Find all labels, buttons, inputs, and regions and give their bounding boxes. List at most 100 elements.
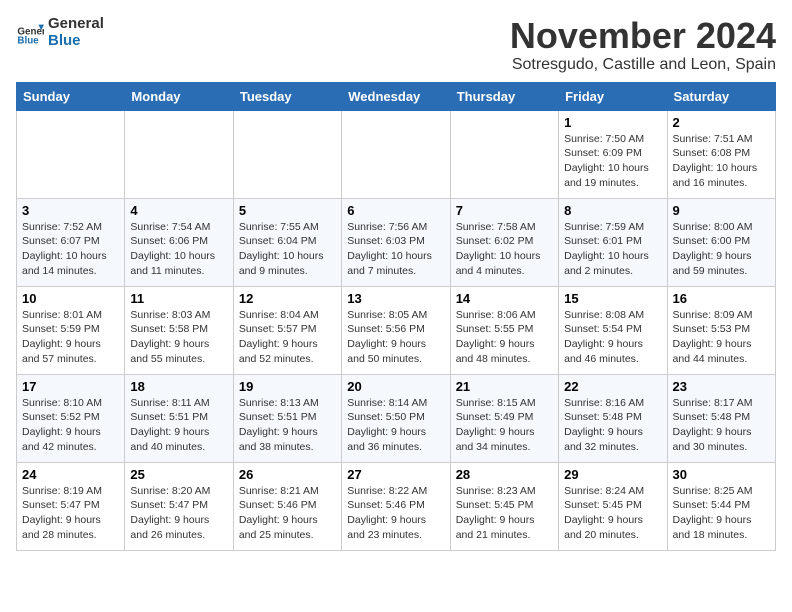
calendar-cell: 20Sunrise: 8:14 AMSunset: 5:50 PMDayligh… [342,374,450,462]
day-info: Sunrise: 8:10 AMSunset: 5:52 PMDaylight:… [22,396,119,455]
day-number: 19 [239,379,336,394]
day-info: Sunrise: 8:17 AMSunset: 5:48 PMDaylight:… [673,396,770,455]
calendar-cell: 8Sunrise: 7:59 AMSunset: 6:01 PMDaylight… [559,198,667,286]
location-title: Sotresgudo, Castille and Leon, Spain [510,56,776,74]
day-info: Sunrise: 8:25 AMSunset: 5:44 PMDaylight:… [673,484,770,543]
day-info: Sunrise: 7:52 AMSunset: 6:07 PMDaylight:… [22,220,119,279]
day-info: Sunrise: 8:22 AMSunset: 5:46 PMDaylight:… [347,484,444,543]
day-info: Sunrise: 8:13 AMSunset: 5:51 PMDaylight:… [239,396,336,455]
day-number: 25 [130,467,227,482]
day-info: Sunrise: 7:54 AMSunset: 6:06 PMDaylight:… [130,220,227,279]
day-number: 28 [456,467,553,482]
week-row-1: 1 Sunrise: 7:50 AMSunset: 6:09 PMDaylight… [17,110,776,198]
day-info: Sunrise: 8:16 AMSunset: 5:48 PMDaylight:… [564,396,661,455]
calendar-table: Sunday Monday Tuesday Wednesday Thursday… [16,82,776,551]
day-info: Sunrise: 7:51 AMSunset: 6:08 PMDaylight:… [673,132,770,191]
col-sunday: Sunday [17,82,125,110]
calendar-cell: 6 Sunrise: 7:56 AMSunset: 6:03 PMDaylight… [342,198,450,286]
calendar-cell: 27 Sunrise: 8:22 AMSunset: 5:46 PMDayligh… [342,462,450,550]
calendar-cell [17,110,125,198]
day-info: Sunrise: 8:05 AMSunset: 5:56 PMDaylight:… [347,308,444,367]
day-info: Sunrise: 8:00 AMSunset: 6:00 PMDaylight:… [673,220,770,279]
calendar-cell: 29Sunrise: 8:24 AMSunset: 5:45 PMDayligh… [559,462,667,550]
svg-text:Blue: Blue [17,35,39,46]
day-number: 8 [564,203,661,218]
day-number: 26 [239,467,336,482]
logo: General Blue General Blue [16,16,104,49]
col-friday: Friday [559,82,667,110]
col-tuesday: Tuesday [233,82,341,110]
day-info: Sunrise: 8:04 AMSunset: 5:57 PMDaylight:… [239,308,336,367]
calendar-cell: 9 Sunrise: 8:00 AMSunset: 6:00 PMDaylight… [667,198,775,286]
calendar-cell [125,110,233,198]
calendar-cell: 16Sunrise: 8:09 AMSunset: 5:53 PMDayligh… [667,286,775,374]
day-info: Sunrise: 8:03 AMSunset: 5:58 PMDaylight:… [130,308,227,367]
col-saturday: Saturday [667,82,775,110]
calendar-cell: 2 Sunrise: 7:51 AMSunset: 6:08 PMDaylight… [667,110,775,198]
day-number: 5 [239,203,336,218]
day-number: 2 [673,115,770,130]
day-info: Sunrise: 8:01 AMSunset: 5:59 PMDaylight:… [22,308,119,367]
calendar-cell: 25 Sunrise: 8:20 AMSunset: 5:47 PMDayligh… [125,462,233,550]
week-row-4: 17 Sunrise: 8:10 AMSunset: 5:52 PMDayligh… [17,374,776,462]
day-number: 14 [456,291,553,306]
calendar-cell: 13 Sunrise: 8:05 AMSunset: 5:56 PMDayligh… [342,286,450,374]
week-row-2: 3 Sunrise: 7:52 AMSunset: 6:07 PMDaylight… [17,198,776,286]
day-info: Sunrise: 7:58 AMSunset: 6:02 PMDaylight:… [456,220,553,279]
day-info: Sunrise: 8:20 AMSunset: 5:47 PMDaylight:… [130,484,227,543]
calendar-cell: 5 Sunrise: 7:55 AMSunset: 6:04 PMDaylight… [233,198,341,286]
calendar-cell: 28 Sunrise: 8:23 AMSunset: 5:45 PMDayligh… [450,462,558,550]
day-number: 7 [456,203,553,218]
calendar-cell: 26 Sunrise: 8:21 AMSunset: 5:46 PMDayligh… [233,462,341,550]
day-number: 23 [673,379,770,394]
calendar-cell: 19 Sunrise: 8:13 AMSunset: 5:51 PMDayligh… [233,374,341,462]
day-number: 18 [130,379,227,394]
day-number: 3 [22,203,119,218]
calendar-cell: 14 Sunrise: 8:06 AMSunset: 5:55 PMDayligh… [450,286,558,374]
day-number: 4 [130,203,227,218]
calendar-cell: 15Sunrise: 8:08 AMSunset: 5:54 PMDayligh… [559,286,667,374]
day-number: 29 [564,467,661,482]
calendar-cell: 17 Sunrise: 8:10 AMSunset: 5:52 PMDayligh… [17,374,125,462]
day-number: 24 [22,467,119,482]
day-info: Sunrise: 8:23 AMSunset: 5:45 PMDaylight:… [456,484,553,543]
calendar-cell: 4 Sunrise: 7:54 AMSunset: 6:06 PMDaylight… [125,198,233,286]
calendar-cell: 12Sunrise: 8:04 AMSunset: 5:57 PMDayligh… [233,286,341,374]
calendar-cell: 1 Sunrise: 7:50 AMSunset: 6:09 PMDaylight… [559,110,667,198]
day-info: Sunrise: 8:06 AMSunset: 5:55 PMDaylight:… [456,308,553,367]
day-info: Sunrise: 7:55 AMSunset: 6:04 PMDaylight:… [239,220,336,279]
day-number: 1 [564,115,661,130]
day-number: 13 [347,291,444,306]
calendar-cell [233,110,341,198]
day-number: 10 [22,291,119,306]
day-number: 11 [130,291,227,306]
week-row-3: 10 Sunrise: 8:01 AMSunset: 5:59 PMDayligh… [17,286,776,374]
day-number: 9 [673,203,770,218]
day-number: 17 [22,379,119,394]
day-info: Sunrise: 8:15 AMSunset: 5:49 PMDaylight:… [456,396,553,455]
day-info: Sunrise: 8:11 AMSunset: 5:51 PMDaylight:… [130,396,227,455]
calendar-cell: 30 Sunrise: 8:25 AMSunset: 5:44 PMDayligh… [667,462,775,550]
day-info: Sunrise: 7:50 AMSunset: 6:09 PMDaylight:… [564,132,661,191]
day-info: Sunrise: 8:21 AMSunset: 5:46 PMDaylight:… [239,484,336,543]
calendar-cell [342,110,450,198]
page-header: General Blue General Blue November 2024 … [16,16,776,74]
calendar-cell [450,110,558,198]
day-number: 6 [347,203,444,218]
calendar-cell: 22Sunrise: 8:16 AMSunset: 5:48 PMDayligh… [559,374,667,462]
logo-blue-text: Blue [48,32,81,49]
day-info: Sunrise: 7:56 AMSunset: 6:03 PMDaylight:… [347,220,444,279]
calendar-cell: 23 Sunrise: 8:17 AMSunset: 5:48 PMDayligh… [667,374,775,462]
calendar-cell: 3 Sunrise: 7:52 AMSunset: 6:07 PMDaylight… [17,198,125,286]
day-number: 27 [347,467,444,482]
col-thursday: Thursday [450,82,558,110]
day-info: Sunrise: 8:09 AMSunset: 5:53 PMDaylight:… [673,308,770,367]
logo-icon: General Blue [16,19,44,47]
day-number: 15 [564,291,661,306]
logo-general-text: General [48,15,104,32]
calendar-cell: 10 Sunrise: 8:01 AMSunset: 5:59 PMDayligh… [17,286,125,374]
week-row-5: 24Sunrise: 8:19 AMSunset: 5:47 PMDayligh… [17,462,776,550]
calendar-cell: 18 Sunrise: 8:11 AMSunset: 5:51 PMDayligh… [125,374,233,462]
day-number: 30 [673,467,770,482]
calendar-header-row: Sunday Monday Tuesday Wednesday Thursday… [17,82,776,110]
